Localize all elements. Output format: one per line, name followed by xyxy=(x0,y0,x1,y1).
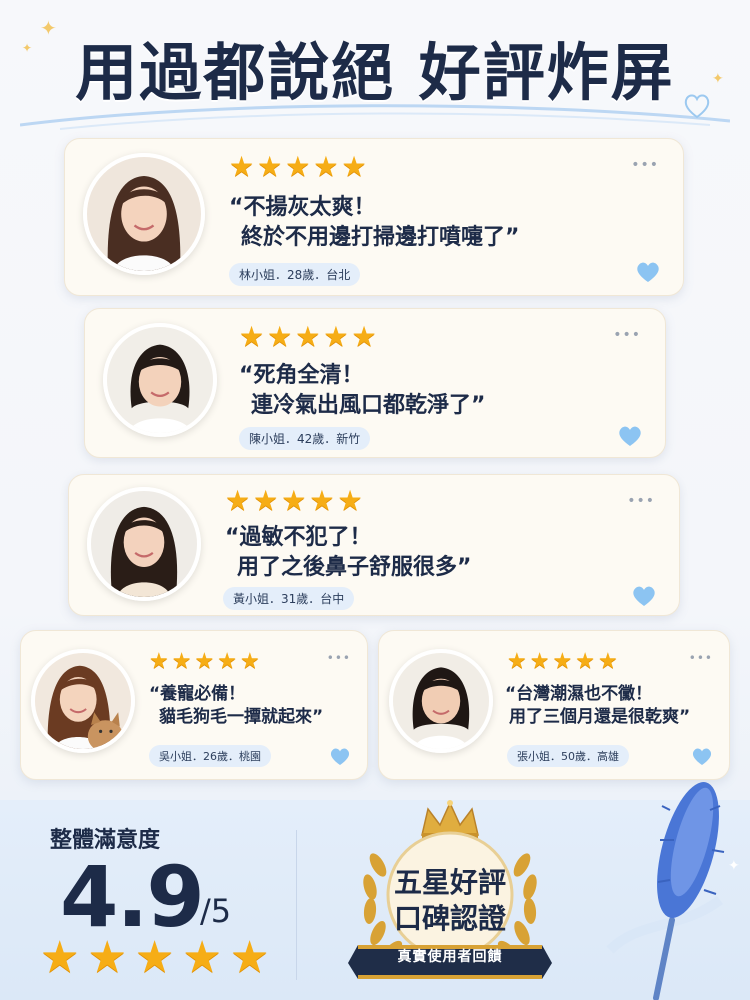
star-icon: ★ xyxy=(171,649,192,674)
star-icon: ★ xyxy=(309,484,335,517)
badge-subtitle: 口碑認證 xyxy=(393,902,506,935)
star-icon: ★ xyxy=(253,484,279,517)
star-icon: ★ xyxy=(337,484,363,517)
score-denominator: /5 xyxy=(200,892,232,930)
award-badge: 五星好評 口碑認證 真實使用者回饋 xyxy=(330,795,570,1000)
star-icon: ★ xyxy=(229,932,270,983)
review-quote: “養寵必備！ 貓毛狗毛一撢就起來” xyxy=(149,683,323,729)
heart-icon[interactable] xyxy=(617,425,643,447)
review-card: ★ ★ ★ ★ ★ “過敏不犯了！ 用了之後鼻子舒服很多” 黃小姐．31歲．台中… xyxy=(68,474,680,616)
star-icon: ★ xyxy=(529,649,550,674)
reviewer-tag: 林小姐．28歲．台北 xyxy=(229,263,361,286)
review-card: ★ ★ ★ ★ ★ “台灣潮濕也不黴！ 用了三個月還是很乾爽” 張小姐．50歲．… xyxy=(378,630,730,780)
star-icon: ★ xyxy=(257,150,283,183)
more-dots-icon[interactable]: ••• xyxy=(689,651,713,665)
star-icon: ★ xyxy=(313,150,339,183)
quote-line: “不揚灰太爽！ xyxy=(229,195,376,220)
review-quote: “過敏不犯了！ 用了之後鼻子舒服很多” xyxy=(225,523,471,582)
star-icon: ★ xyxy=(182,932,222,983)
heart-icon[interactable] xyxy=(329,747,351,766)
heart-icon[interactable] xyxy=(635,261,661,283)
avatar xyxy=(389,649,493,753)
rating-stars: ★ ★ ★ ★ ★ xyxy=(149,651,260,673)
quote-line: 貓毛狗毛一撢就起來” xyxy=(159,706,324,727)
quote-line: 連冷氣出風口都乾淨了” xyxy=(251,392,486,418)
summary-stars: ★ ★ ★ ★ ★ xyxy=(40,936,269,980)
reviewer-tag: 黃小姐．31歲．台中 xyxy=(223,587,355,610)
svg-text:✦: ✦ xyxy=(728,858,740,874)
reviewer-tag: 陳小姐．42歲．新竹 xyxy=(239,427,371,450)
review-card: ★ ★ ★ ★ ★ “死角全清！ 連冷氣出風口都乾淨了” 陳小姐．42歲．新竹 … xyxy=(84,308,666,458)
quote-line: “養寵必備！ xyxy=(149,684,246,704)
rating-stars: ★ ★ ★ ★ ★ xyxy=(507,651,618,673)
star-icon: ★ xyxy=(87,932,127,983)
star-icon: ★ xyxy=(281,484,307,517)
review-quote: “台灣潮濕也不黴！ 用了三個月還是很乾爽” xyxy=(505,683,690,729)
rating-stars: ★ ★ ★ ★ ★ xyxy=(225,487,363,515)
star-icon: ★ xyxy=(323,320,349,353)
star-icon: ★ xyxy=(229,150,255,183)
reviewer-tag: 吳小姐．26歲．桃園 xyxy=(149,745,271,767)
star-icon: ★ xyxy=(225,484,251,517)
star-icon: ★ xyxy=(575,649,595,674)
star-icon: ★ xyxy=(134,932,175,983)
avatar xyxy=(87,487,201,601)
rating-stars: ★ ★ ★ ★ ★ xyxy=(239,323,377,351)
star-icon: ★ xyxy=(507,649,527,674)
more-dots-icon[interactable]: ••• xyxy=(327,651,351,665)
heart-outline-icon xyxy=(684,94,710,119)
more-dots-icon[interactable]: ••• xyxy=(613,327,641,343)
quote-line: 終於不用邊打掃邊打噴嚏了” xyxy=(241,224,520,250)
quote-line: 用了三個月還是很乾爽” xyxy=(509,706,691,727)
more-dots-icon[interactable]: ••• xyxy=(631,157,659,173)
review-card: ★ ★ ★ ★ ★ “不揚灰太爽！ 終於不用邊打掃邊打噴嚏了” 林小姐．28歲．… xyxy=(64,138,684,296)
rating-stars: ★ ★ ★ ★ ★ xyxy=(229,153,367,181)
more-dots-icon[interactable]: ••• xyxy=(627,493,655,509)
star-icon: ★ xyxy=(267,320,293,353)
heart-icon[interactable] xyxy=(691,747,713,766)
review-quote: “死角全清！ 連冷氣出風口都乾淨了” xyxy=(239,361,485,420)
star-icon: ★ xyxy=(351,320,377,353)
reviewer-tag: 張小姐．50歲．高雄 xyxy=(507,745,629,767)
star-icon: ★ xyxy=(217,649,237,674)
avatar xyxy=(31,649,135,753)
star-icon: ★ xyxy=(285,150,311,183)
quote-line: “過敏不犯了！ xyxy=(225,525,372,550)
star-icon: ★ xyxy=(341,150,367,183)
review-card: ★ ★ ★ ★ ★ “養寵必備！ 貓毛狗毛一撢就起來” 吳小姐．26歲．桃園 •… xyxy=(20,630,368,780)
badge-ribbon-text: 真實使用者回饋 xyxy=(397,949,503,965)
duster-icon: ✦ xyxy=(606,782,740,1000)
quote-line: “死角全清！ xyxy=(239,363,364,388)
badge-title: 五星好評 xyxy=(393,866,506,899)
star-icon: ★ xyxy=(239,649,260,674)
star-icon: ★ xyxy=(40,932,80,983)
avatar xyxy=(103,323,217,437)
avatar xyxy=(83,153,205,275)
quote-line: “台灣潮濕也不黴！ xyxy=(505,684,653,704)
star-icon: ★ xyxy=(149,649,169,674)
heart-icon[interactable] xyxy=(631,585,657,607)
review-quote: “不揚灰太爽！ 終於不用邊打掃邊打噴嚏了” xyxy=(229,193,519,252)
star-icon: ★ xyxy=(295,320,321,353)
star-icon: ★ xyxy=(552,649,573,674)
star-icon: ★ xyxy=(597,649,618,674)
quote-line: 用了之後鼻子舒服很多” xyxy=(237,554,472,580)
star-icon: ★ xyxy=(239,320,265,353)
star-icon: ★ xyxy=(194,649,215,674)
swoosh-decoration xyxy=(20,104,730,130)
divider xyxy=(296,830,297,980)
